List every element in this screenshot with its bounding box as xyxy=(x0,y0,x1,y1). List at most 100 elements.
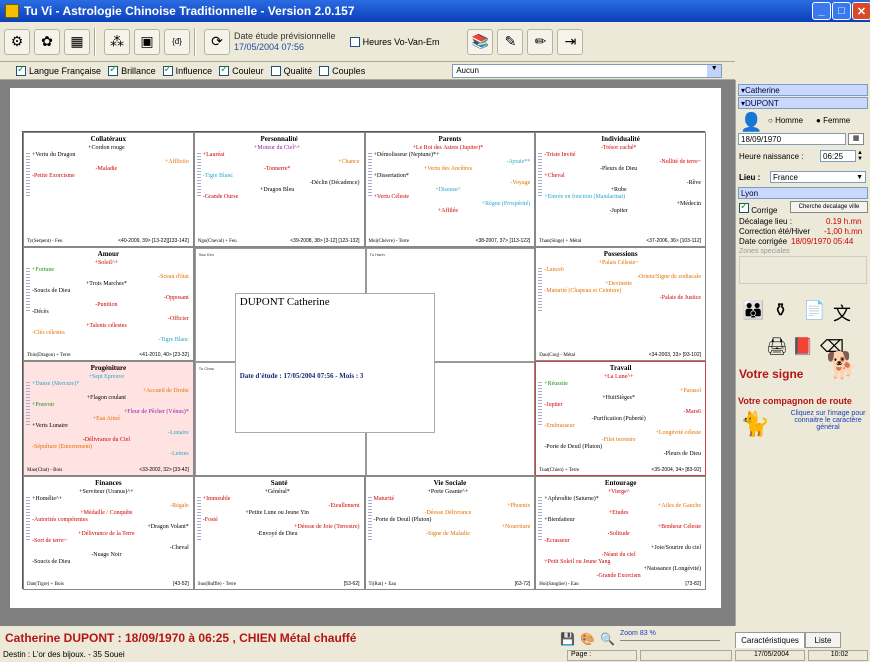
network-icon[interactable]: ⁂ xyxy=(104,28,130,55)
palace-cell[interactable]: Vie Sociale +Porte Geante^+ Maturité +Phoen… xyxy=(364,475,536,590)
lotus-icon[interactable]: ✿ xyxy=(34,28,60,55)
zoom-slider[interactable] xyxy=(620,640,720,646)
tab-liste[interactable]: Liste xyxy=(805,632,841,648)
birthdate-field[interactable]: 18/09/1970 xyxy=(738,133,846,145)
star-entry: +Phoenix xyxy=(507,502,531,509)
tab-caracteristiques[interactable]: Caractéristiques xyxy=(735,632,805,648)
hour-spinner[interactable]: ▲ ▼ xyxy=(857,150,863,162)
subpalace-label: Sao Kim xyxy=(198,251,214,257)
vovan-checkbox[interactable]: Heures Vo-Van-Em xyxy=(349,36,439,47)
star-entry: -Autorités compétentes xyxy=(32,516,88,523)
palace-cell[interactable]: Personnalité +Moteur du Ciel^+ +Lauréat +Ch… xyxy=(193,132,365,247)
hour-label: Heure naissance : xyxy=(739,152,804,161)
opt-brillance[interactable]: Brillance xyxy=(108,64,156,76)
grid-icon[interactable]: ▦ xyxy=(64,28,90,55)
star-entry: +Cordon rouge xyxy=(88,145,125,151)
palace-title: Parents xyxy=(438,135,462,143)
chart-page: Collatéraux +Cordon rouge +Vertu du Dragon… xyxy=(10,88,721,608)
study-date: Date étude prévisionnelle 17/05/2004 07:… xyxy=(234,30,336,52)
country-select[interactable]: France ▼ xyxy=(770,171,866,183)
star-entry: +Dragon Bleu xyxy=(260,187,295,193)
print-icon[interactable]: 🖨 xyxy=(766,337,788,357)
palace-title: Finances xyxy=(95,478,122,487)
palace-stars: +Porte Geante^+ Maturité +Phoenix -Déesse D… xyxy=(366,489,535,538)
chinese-text-icon[interactable]: 文 xyxy=(833,300,851,326)
cat-icon[interactable]: 🐈 xyxy=(740,410,770,439)
gender-femme[interactable]: ● Femme xyxy=(816,116,850,125)
gender-homme[interactable]: ○ Homme xyxy=(768,116,803,125)
star-entry: +Vierge^ xyxy=(607,488,630,495)
save-icon[interactable]: 💾 xyxy=(560,632,575,646)
palace-cell[interactable]: Amour +Soleil^+ +Fortune -Sceau d'état +Troi… xyxy=(23,246,194,361)
palace-cell[interactable]: Parents +Le Roi des Astres (Jupiter)* +Dém… xyxy=(364,132,536,247)
star-entry: -Embrasseur xyxy=(544,423,575,429)
palace-title: Vie Sociale xyxy=(433,478,467,487)
palace-branch: Dau(Coq) - Métal xyxy=(539,353,576,358)
maximize-button[interactable]: □ xyxy=(832,2,851,20)
paint-icon[interactable]: 🎨 xyxy=(580,632,595,646)
palace-cell[interactable]: Travail +La Lune^+ +Réussite +Parasol +HuitS… xyxy=(535,361,706,476)
opt-qualite[interactable]: Qualité xyxy=(270,65,312,76)
opt-couples[interactable]: Couples xyxy=(319,65,365,76)
palace-cell[interactable]: Collatéraux +Cordon rouge +Vertu du Dragon… xyxy=(23,132,194,247)
star-entry: Maturité xyxy=(373,495,395,502)
refresh-icon[interactable]: ⟳ xyxy=(204,28,230,55)
palace-range: [43-52] xyxy=(173,581,189,587)
city-field[interactable]: Lyon xyxy=(738,187,868,199)
star-entry: -Déclin (Décadence) xyxy=(309,180,360,186)
palace-cell[interactable]: Entourage +Vierge^ +Aphrodite (Saturne)* +A… xyxy=(535,475,706,590)
opt-influence[interactable]: Influence xyxy=(162,64,212,76)
palace-cell[interactable]: Progéniture +Sept Epreuve +Danse (Mercure)… xyxy=(23,361,194,476)
options-bar: Langue Française Brillance Influence Cou… xyxy=(0,62,735,80)
star-entry: +Chance xyxy=(338,159,360,165)
close-button[interactable]: ✕ xyxy=(852,2,870,20)
star-entry: +Pouvoir xyxy=(32,402,55,408)
jar-icon[interactable]: ⚱ xyxy=(773,300,788,321)
lastname-field[interactable]: ▾ DUPONT xyxy=(738,97,868,109)
tools-icon[interactable]: ✎ xyxy=(497,28,524,55)
palace-cell[interactable]: Santé +Général* +Immeuble -Eteullement +Peti… xyxy=(193,475,365,590)
family-icon[interactable]: 👪 xyxy=(742,300,764,321)
book-icon[interactable]: 📚 xyxy=(467,28,494,55)
document-icon[interactable]: 📄 xyxy=(803,300,825,321)
book2-icon[interactable]: 📕 xyxy=(792,337,813,357)
exit-icon[interactable]: ⇥ xyxy=(557,28,584,55)
dem-icon[interactable]: {đ} xyxy=(164,28,190,55)
firstname-field[interactable]: ▾ Catherine xyxy=(738,84,868,96)
open-chart-icon[interactable]: ⚙ xyxy=(4,28,30,55)
brush-icon[interactable]: ✏ xyxy=(527,28,554,55)
palace-cell[interactable]: Possessions +Palais Céleste~ -Lance6 -Orien… xyxy=(535,246,706,361)
palace-stars: +Moteur du Ciel^+ +Lauréat +Chance -Tonnerr… xyxy=(195,145,364,201)
hour-field[interactable]: 06:25 xyxy=(820,150,856,162)
star-entry: +Aphrodite (Saturne)* xyxy=(544,495,599,502)
cherche-button[interactable]: Cherche decalage ville xyxy=(790,201,868,213)
corrige-checkbox[interactable]: Corrige xyxy=(739,201,777,215)
palace-grid-icon[interactable]: ▣ xyxy=(134,28,160,55)
zoom-icon[interactable]: 🔍 xyxy=(600,632,615,646)
minimize-button[interactable]: _ xyxy=(812,2,831,20)
destin-text: Destin : L'or des bijoux. - 35 Souei xyxy=(3,650,125,659)
opt-langue[interactable]: Langue Française xyxy=(16,64,101,76)
lieu-label: Lieu : xyxy=(739,173,761,182)
calendar-icon[interactable]: ▦ xyxy=(848,133,864,145)
status-empty xyxy=(640,650,732,661)
star-entry: +Nourriture xyxy=(501,523,531,530)
palace-branch: Thin(Dragon) + Terre xyxy=(27,353,71,358)
palace-title: Personnalité xyxy=(260,135,298,143)
star-entry: +Joie/Sourire du ciel xyxy=(650,544,701,551)
star-entry: -Filet terrestre xyxy=(601,437,636,443)
star-entry: -Sort de terre~ xyxy=(32,537,67,544)
filter-select[interactable]: Aucun ▼ xyxy=(452,63,723,78)
dog-icon[interactable]: 🐕 xyxy=(826,350,858,381)
palace-branch: Hoi(Sanglier) - Eau xyxy=(539,582,579,587)
palace-stars: +Serviteur (Uranus)^+ +Homélie^+ -Régale +M… xyxy=(24,489,193,566)
palace-cell[interactable]: Individualité -Trésor caché* -Triste Invit… xyxy=(535,132,706,247)
star-entry: -Signe de Maladie xyxy=(425,530,470,537)
star-entry: -Nullité de terre~ xyxy=(659,159,701,165)
star-entry: +Longévité céleste xyxy=(655,430,701,436)
palace-range: <33-2002, 32> [33-42] xyxy=(139,466,189,473)
star-entry: -Soucis de Dieu xyxy=(32,287,71,294)
palace-cell[interactable]: Finances +Serviteur (Uranus)^+ +Homélie^+ -… xyxy=(23,475,194,590)
opt-couleur[interactable]: Couleur xyxy=(219,64,264,76)
palace-range: [73-82] xyxy=(685,581,701,587)
